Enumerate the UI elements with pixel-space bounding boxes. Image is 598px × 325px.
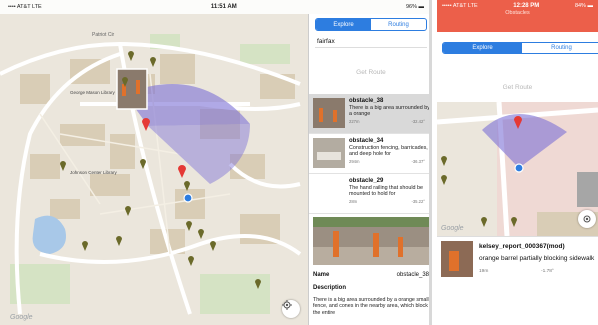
obstacle-thumbnail [313,138,345,168]
map-canvas[interactable]: Google [437,102,598,236]
battery-indicator: 84% ▬ [574,3,593,9]
road-label-patriot: Patriot Cir [92,32,115,38]
obstacle-photo [313,217,429,265]
result-angle: -36.37° [411,158,425,164]
battery-percent: 96% [405,4,417,10]
locate-me-button[interactable] [578,210,596,228]
obstacle-thumbnail [313,98,345,128]
report-text: orange barrel partially blocking sidewal… [479,255,595,262]
library-label: George Mason Library [70,90,116,95]
google-logo: Google [441,225,464,232]
phone-map[interactable]: Google [437,102,598,236]
report-card[interactable]: kelsey_report_000367(mod) orange barrel … [437,236,598,280]
result-title: obstacle_38 [349,98,384,104]
screen-title: Obstacles [505,10,530,16]
johnson-label: Johnson Center Library [70,170,118,175]
result-distance: 294m [349,158,360,164]
crosshair-icon [282,300,292,310]
name-label: Name [313,272,330,278]
get-route-button[interactable]: Get Route [437,84,598,91]
battery-indicator: 96% ▬ [405,4,424,10]
google-logo: Google [10,314,33,321]
locate-me-button[interactable] [282,300,300,318]
user-location-dot [514,163,524,173]
get-route-button[interactable]: Get Route [315,69,427,76]
mode-segmented-control: Explore Routing [442,42,598,54]
crosshair-icon [583,215,591,223]
result-angle: -35.22° [411,198,425,204]
name-value: obstacle_38 [396,272,429,278]
search-input[interactable]: fairfax [315,36,427,48]
campus-map[interactable]: Patriot Cir George Mason Library Johnson… [0,14,308,325]
result-angle: -32.42° [411,118,425,124]
description-text: There is a big area surrounded by a oran… [313,297,429,316]
results-list: obstacle_38 There is a big area surround… [309,94,430,214]
tab-explore[interactable]: Explore [443,43,522,53]
status-time: 11:51 AM [210,4,237,10]
report-thumbnail [441,241,473,277]
report-title: kelsey_report_000367(mod) [479,243,565,250]
report-distance: 19m [479,269,489,274]
detail-name-row: Name obstacle_38 [313,272,429,278]
result-distance: 227m [349,118,360,124]
result-title: obstacle_29 [349,178,384,184]
result-text: The hand railing that should be mounted … [349,185,424,198]
ipad-status-bar: •••• AT&T LTE 11:51 AM 96% ▬ [0,0,429,14]
list-item[interactable]: obstacle_34 Construction fencing, barric… [309,134,429,174]
result-text: Construction fencing, barricades, and de… [349,145,428,158]
result-distance: 28m [349,198,358,204]
result-text: There is a big area surrounded by a oran… [349,105,430,118]
obstacle-photo-marker [116,68,148,110]
phone-header: ••••• AT&T LTE 12:28 PM 84% ▬ Obstacles [437,0,598,32]
list-item[interactable]: obstacle_29 The hand railing that should… [309,174,429,214]
side-panel: Explore Routing fairfax Get Route obstac… [308,14,430,325]
tab-routing[interactable]: Routing [522,43,598,53]
list-item[interactable]: obstacle_38 There is a big area surround… [309,94,430,134]
mode-segmented-control: Explore Routing [315,18,427,31]
ipad-screen: •••• AT&T LTE 11:51 AM 96% ▬ Patriot Cir… [0,0,432,325]
carrier-label: •••• AT&T LTE [8,4,42,10]
report-angle: -1.78° [541,269,554,274]
battery-percent: 84% [574,3,586,9]
user-location-dot [183,193,193,203]
status-time: 12:28 PM [513,3,540,9]
tab-routing[interactable]: Routing [371,19,426,30]
map-canvas[interactable]: Patriot Cir George Mason Library Johnson… [0,14,308,325]
tab-explore[interactable]: Explore [316,19,371,30]
carrier-label: ••••• AT&T LTE [442,3,478,9]
description-label: Description [313,285,347,291]
phone-screen: ••••• AT&T LTE 12:28 PM 84% ▬ Obstacles … [437,0,598,325]
result-title: obstacle_34 [349,138,384,144]
